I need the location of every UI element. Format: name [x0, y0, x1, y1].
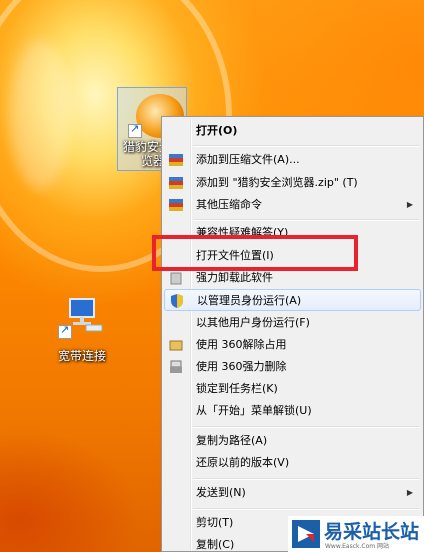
menu-item-label: 复制为路径(A) — [196, 434, 268, 447]
context-menu: 打开(O) 添加到压缩文件(A)... 添加到 "猎豹安全浏览器.zip" (T… — [161, 116, 424, 552]
menu-item-label: 剪切(T) — [196, 516, 234, 529]
menu-item-send-to[interactable]: 发送到(N) ▶ — [164, 482, 421, 504]
desktop-background: 猎豹安全浏览器 宽带连接 打开(O) 添加到压缩文件(A)... 添加到 "猎豹… — [0, 0, 424, 552]
submenu-arrow-icon: ▶ — [406, 488, 413, 497]
menu-item-add-to-archive[interactable]: 添加到压缩文件(A)... — [164, 149, 421, 171]
menu-item-restore-versions[interactable]: 还原以前的版本(V) — [164, 452, 421, 474]
wallpaper-glass-highlight — [10, 40, 70, 190]
watermark-url: Www.Easck.Com 网站 — [325, 543, 389, 550]
menu-item-label: 复制(C) — [196, 538, 235, 551]
archive-icon — [169, 154, 183, 166]
watermark-title: 易采站长站 — [324, 521, 420, 543]
menu-item-label: 从「开始」菜单解锁(U) — [196, 404, 312, 417]
menu-separator — [193, 426, 419, 428]
360-shred-icon — [170, 360, 182, 373]
menu-item-label: 使用 360强力删除 — [196, 360, 287, 373]
menu-item-360-unlock[interactable]: 使用 360解除占用 — [164, 334, 421, 356]
site-logo-icon — [292, 520, 320, 548]
uac-shield-icon — [171, 294, 183, 308]
uninstall-icon — [170, 272, 182, 285]
menu-item-label: 锁定到任务栏(K) — [196, 382, 278, 395]
menu-item-copy-as-path[interactable]: 复制为路径(A) — [164, 430, 421, 452]
shortcut-arrow-icon — [128, 122, 142, 138]
menu-item-other-compress[interactable]: 其他压缩命令 ▶ — [164, 194, 421, 216]
archive-icon — [169, 199, 183, 211]
menu-item-label: 以其他用户身份运行(F) — [196, 316, 310, 329]
menu-item-run-as-other-user[interactable]: 以其他用户身份运行(F) — [164, 312, 421, 334]
menu-item-360-shred[interactable]: 使用 360强力删除 — [164, 356, 421, 378]
menu-separator — [193, 145, 419, 147]
menu-separator — [193, 219, 419, 221]
menu-item-open[interactable]: 打开(O) — [164, 120, 421, 142]
site-watermark: 易采站长站 Www.Easck.Com 网站 — [288, 516, 424, 552]
menu-item-unpin-start[interactable]: 从「开始」菜单解锁(U) — [164, 400, 421, 422]
menu-item-label: 添加到压缩文件(A)... — [196, 153, 300, 166]
menu-item-run-as-admin[interactable]: 以管理员身份运行(A) — [164, 289, 421, 311]
highlight-annotation-box — [152, 235, 358, 271]
menu-item-label: 以管理员身份运行(A) — [197, 294, 302, 307]
menu-item-label: 添加到 "猎豹安全浏览器.zip" (T) — [196, 176, 358, 189]
menu-separator — [193, 478, 419, 480]
menu-separator — [193, 508, 419, 510]
menu-item-label: 其他压缩命令 — [196, 198, 262, 211]
menu-item-label: 打开(O) — [196, 124, 238, 137]
submenu-arrow-icon: ▶ — [406, 200, 413, 209]
360-unlock-icon — [169, 340, 183, 351]
menu-item-pin-taskbar[interactable]: 锁定到任务栏(K) — [164, 378, 421, 400]
shortcut-arrow-icon — [58, 323, 72, 339]
archive-icon — [169, 177, 183, 189]
menu-item-label: 还原以前的版本(V) — [196, 456, 290, 469]
menu-item-add-to-zip[interactable]: 添加到 "猎豹安全浏览器.zip" (T) — [164, 172, 421, 194]
desktop-icon-broadband[interactable]: 宽带连接 — [46, 295, 118, 365]
menu-item-label: 使用 360解除占用 — [196, 338, 287, 351]
desktop-icon-label: 宽带连接 — [57, 349, 106, 363]
menu-item-label: 发送到(N) — [196, 486, 246, 499]
